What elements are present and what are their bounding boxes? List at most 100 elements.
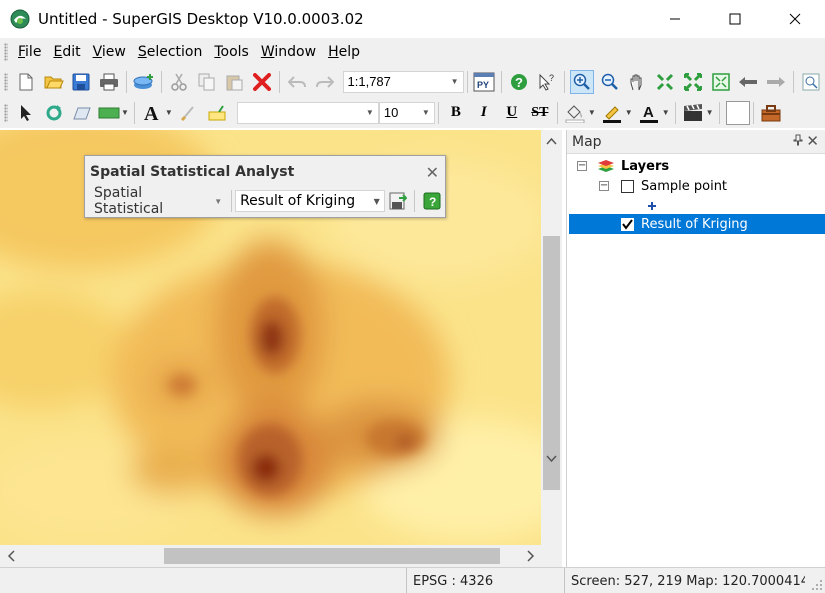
pan-button[interactable] xyxy=(625,70,649,94)
layer-item-result-of-kriging[interactable]: Result of Kriging xyxy=(569,214,825,234)
python-button[interactable]: PY xyxy=(473,70,497,94)
brush-button[interactable] xyxy=(177,101,201,125)
back-button[interactable] xyxy=(737,70,761,94)
paste-button[interactable] xyxy=(222,70,246,94)
label-button[interactable] xyxy=(205,101,229,125)
edit-vertices-button[interactable] xyxy=(70,101,94,125)
rectangle-button[interactable] xyxy=(98,101,120,125)
save-export-icon xyxy=(389,192,408,210)
chevron-down-icon[interactable]: ▼ xyxy=(662,108,670,117)
menu-selection[interactable]: Selection xyxy=(132,44,209,60)
font-name-combo[interactable]: ▼ xyxy=(236,101,379,124)
layer-visibility-checkbox[interactable] xyxy=(621,217,634,231)
chevron-down-icon[interactable]: ▼ xyxy=(165,108,173,117)
open-button[interactable] xyxy=(42,70,66,94)
toolbar-grip[interactable] xyxy=(4,72,8,91)
bold-button[interactable]: B xyxy=(444,101,468,125)
select-button[interactable] xyxy=(14,101,38,125)
menu-file[interactable]: File xyxy=(12,44,47,60)
forward-button[interactable] xyxy=(764,70,788,94)
map-panel-title: Map xyxy=(572,133,602,150)
menu-tools[interactable]: Tools xyxy=(208,44,255,60)
maximize-button[interactable] xyxy=(705,0,765,38)
fill-color-button[interactable] xyxy=(563,101,587,125)
map-vertical-scrollbar[interactable] xyxy=(541,130,562,545)
layer-item-sample-point[interactable]: − Sample point xyxy=(599,176,727,196)
text-button[interactable]: A xyxy=(140,101,164,125)
menu-help[interactable]: Help xyxy=(322,44,366,60)
collapse-icon[interactable]: − xyxy=(599,181,609,191)
python-icon: PY xyxy=(473,72,495,91)
blank-tool-button[interactable] xyxy=(725,100,750,125)
full-extent-button[interactable] xyxy=(709,70,733,94)
panel-help-button[interactable]: ? xyxy=(420,189,443,213)
scroll-up-icon[interactable] xyxy=(541,132,562,152)
close-icon[interactable]: ✕ xyxy=(426,163,439,183)
svg-text:PY: PY xyxy=(477,80,489,90)
scroll-down-icon[interactable] xyxy=(541,448,562,468)
new-button[interactable] xyxy=(14,70,38,94)
horizontal-scroll-thumb[interactable] xyxy=(164,548,500,564)
minimize-icon xyxy=(670,18,680,20)
open-icon xyxy=(44,76,64,88)
zoom-in-button[interactable] xyxy=(569,69,594,94)
animation-button[interactable] xyxy=(681,101,705,125)
edit-vertices-icon xyxy=(73,107,91,119)
line-color-button[interactable] xyxy=(600,101,624,125)
strikethrough-button[interactable]: ST xyxy=(528,101,552,125)
rectangle-icon xyxy=(98,107,120,118)
scale-combo[interactable]: 1:1,787 ▼ xyxy=(342,70,464,93)
scroll-left-icon[interactable] xyxy=(2,545,22,567)
copy-button[interactable] xyxy=(195,70,219,94)
zoom-out-button[interactable] xyxy=(598,70,622,94)
font-color-button[interactable]: A xyxy=(637,101,661,125)
cut-button[interactable] xyxy=(167,70,191,94)
minimize-button[interactable] xyxy=(645,0,705,38)
layer-visibility-checkbox[interactable] xyxy=(621,179,634,193)
close-window-button[interactable] xyxy=(765,0,825,38)
toolbar-grip[interactable] xyxy=(4,103,8,122)
fixed-zoom-out-button[interactable] xyxy=(681,70,705,94)
save-button[interactable] xyxy=(70,70,94,94)
chevron-down-icon: ▼ xyxy=(365,108,374,117)
separator xyxy=(563,70,565,93)
undo-button[interactable] xyxy=(285,70,309,94)
font-size-combo[interactable]: 10 ▼ xyxy=(378,101,435,124)
chevron-down-icon[interactable]: ▼ xyxy=(121,108,129,117)
window-title: Untitled - SuperGIS Desktop V10.0.0003.0… xyxy=(38,10,364,28)
menu-bar: File Edit View Selection Tools Window He… xyxy=(0,38,825,66)
export-button[interactable] xyxy=(387,189,410,213)
toolbox-button[interactable] xyxy=(759,101,783,125)
chevron-down-icon[interactable]: ▼ xyxy=(706,108,714,117)
italic-button[interactable]: I xyxy=(472,101,496,125)
underline-button[interactable]: U xyxy=(500,101,524,125)
menu-view[interactable]: View xyxy=(87,44,132,60)
chevron-down-icon[interactable]: ▼ xyxy=(588,108,596,117)
menu-edit[interactable]: Edit xyxy=(47,44,86,60)
add-layer-button[interactable] xyxy=(132,70,156,94)
print-button[interactable] xyxy=(97,70,121,94)
scroll-right-icon[interactable] xyxy=(520,545,540,567)
title-bar: Untitled - SuperGIS Desktop V10.0.0003.0… xyxy=(0,0,825,38)
magnifier-button[interactable] xyxy=(799,70,823,94)
delete-button[interactable] xyxy=(250,70,274,94)
layer-select[interactable]: Result of Kriging ▼ xyxy=(235,190,385,212)
fixed-zoom-in-button[interactable] xyxy=(653,70,677,94)
whats-this-icon: ? xyxy=(539,73,554,91)
spatial-statistical-dropdown[interactable]: Spatial Statistical ▼ xyxy=(88,185,228,217)
new-icon xyxy=(19,73,33,90)
rotate-button[interactable] xyxy=(42,101,66,125)
delete-icon xyxy=(253,72,272,91)
help-button[interactable]: ? xyxy=(507,70,531,94)
pin-icon[interactable] xyxy=(793,134,803,149)
map-horizontal-scrollbar[interactable] xyxy=(0,545,562,567)
collapse-icon[interactable]: − xyxy=(577,161,587,171)
menu-window[interactable]: Window xyxy=(255,44,322,60)
resize-grip-icon[interactable] xyxy=(811,579,823,591)
redo-button[interactable] xyxy=(313,70,337,94)
tree-root-layers[interactable]: − Layers xyxy=(577,156,669,176)
close-icon[interactable]: ✕ xyxy=(806,132,819,150)
chevron-down-icon[interactable]: ▼ xyxy=(625,108,633,117)
whats-this-button[interactable]: ? xyxy=(535,70,559,94)
menubar-grip[interactable] xyxy=(4,43,8,61)
